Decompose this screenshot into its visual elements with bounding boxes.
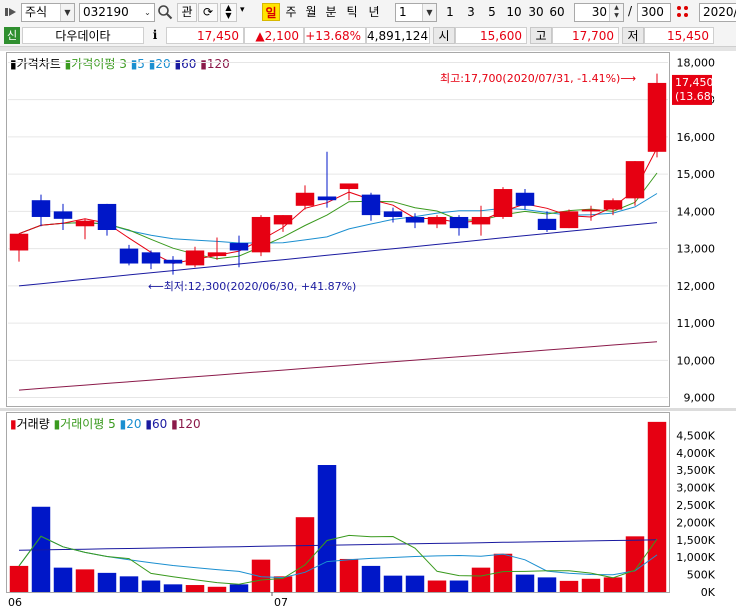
new-badge: 신 (4, 27, 20, 44)
volume-tick-label: 1,000K (676, 551, 715, 564)
volume-tick-label: 0K (701, 586, 716, 599)
interval-3-button[interactable]: 3 (462, 3, 480, 21)
price-tick-label: 14,000 (677, 205, 716, 218)
legend-ma120[interactable]: 120 (207, 57, 230, 71)
price-tick-label: 15,000 (677, 168, 716, 181)
legend-vma5[interactable]: 5 (108, 417, 116, 431)
price-tick-label: 13,000 (677, 243, 716, 256)
current-price: 17,450 (166, 27, 244, 44)
last-price-pct: (13.68%) (675, 90, 726, 103)
price-tick-label: 16,000 (677, 131, 716, 144)
low-price: 15,450 (644, 27, 714, 44)
high-label: 고 (530, 27, 552, 44)
legend-ma5[interactable]: 5 (137, 57, 145, 71)
price-tick-label: 11,000 (677, 317, 716, 330)
count-input[interactable]: 30 ▲ ▼ (574, 3, 624, 22)
legend-ma20[interactable]: 20 (155, 57, 170, 71)
price-tick-label: 10,000 (677, 354, 716, 367)
tab-minute[interactable]: 분 (322, 3, 340, 21)
tab-month[interactable]: 월 (302, 3, 320, 21)
info-button[interactable]: i (148, 27, 162, 44)
legend-vma20[interactable]: 20 (126, 417, 141, 431)
volume-tick-label: 1,500K (676, 534, 715, 547)
trading-volume: 4,891,124 (366, 27, 430, 44)
price-change-pct: +13.68% (304, 27, 366, 44)
volume-tick-label: 4,500K (676, 429, 715, 442)
count-separator: / (628, 4, 633, 18)
price-tick-label: 18,000 (677, 56, 716, 69)
legend-ma3[interactable]: 3 (119, 57, 127, 71)
divider (0, 408, 736, 411)
x-tick-label: 07 (274, 596, 288, 609)
count-stepper[interactable]: ▲ ▼ (609, 4, 623, 21)
low-label: 저 (622, 27, 644, 44)
interval-1-button[interactable]: 1 (441, 3, 459, 21)
legend-ma60[interactable]: 60 (181, 57, 196, 71)
price-legend: ▮가격차트 ▮가격이평 3 ▮5 ▮20 ▮60 ▮120 (10, 57, 230, 71)
volume-tick-label: 2,500K (676, 499, 715, 512)
last-price-marker (672, 74, 712, 105)
open-price: 15,600 (455, 27, 527, 44)
x-tick-label: 06 (8, 596, 22, 609)
updown-stepper[interactable]: ▲ ▼ (220, 3, 237, 22)
divider (0, 47, 736, 51)
chevron-down-icon: ▼ (60, 4, 74, 21)
stock-name: 다우데이타 (22, 27, 144, 44)
volume-tick-label: 3,000K (676, 482, 715, 495)
price-tick-label: 17,000 (677, 94, 716, 107)
legend-volume-ma[interactable]: 거래이평 (60, 417, 104, 431)
volume-legend: ▮거래량 ▮거래이평 5 ▮20 ▮60 ▮120 (10, 417, 201, 431)
chevron-down-icon: ⌄ (141, 4, 154, 21)
tab-day[interactable]: 일 (262, 3, 280, 21)
interval-10-button[interactable]: 10 (504, 3, 524, 21)
legend-volume[interactable]: 거래량 (17, 417, 50, 431)
market-select[interactable]: 주식 ▼ (21, 3, 75, 22)
search-icon[interactable] (157, 4, 173, 20)
link-icon[interactable] (4, 5, 18, 19)
date-input[interactable]: 2020/ (699, 3, 736, 22)
count-total-input[interactable]: 300 (637, 3, 671, 22)
dropdown-arrow-icon[interactable]: ▾ (240, 5, 245, 15)
volume-tick-label: 2,000K (676, 516, 715, 529)
volume-tick-label: 500K (687, 569, 716, 582)
legend-vma60[interactable]: 60 (152, 417, 167, 431)
volume-tick-label: 4,000K (676, 447, 715, 460)
stock-code-input[interactable]: 032190 ⌄ (79, 3, 155, 22)
interval-select[interactable]: 1 ▼ (395, 3, 437, 22)
tab-tick[interactable]: 틱 (343, 3, 361, 21)
refresh-icon[interactable]: ⟳ (198, 3, 218, 22)
grid-settings-icon[interactable] (675, 4, 691, 20)
price-change: ▲2,100 (244, 27, 304, 44)
tab-week[interactable]: 주 (282, 3, 300, 21)
tab-year[interactable]: 년 (365, 3, 383, 21)
last-price-label: 17,450 (675, 76, 714, 89)
interval-60-button[interactable]: 60 (547, 3, 567, 21)
volume-chart-panel[interactable] (6, 412, 670, 593)
interval-30-button[interactable]: 30 (526, 3, 546, 21)
legend-price-ma[interactable]: 가격이평 (71, 57, 115, 71)
chevron-down-icon: ▼ (422, 4, 436, 21)
price-chart-panel[interactable] (6, 52, 670, 407)
legend-price[interactable]: 가격차트 (17, 57, 61, 71)
high-price: 17,700 (552, 27, 619, 44)
legend-vma120[interactable]: 120 (178, 417, 201, 431)
price-tick-label: 9,000 (684, 392, 716, 405)
volume-tick-label: 3,500K (676, 464, 715, 477)
toolbar: 주식 ▼ 032190 ⌄ 관 ⟳ ▲ ▼ ▾ 일 주 월 분 틱 년 1 ▼ 1… (0, 0, 736, 25)
open-label: 시 (433, 27, 455, 44)
interval-5-button[interactable]: 5 (483, 3, 501, 21)
price-tick-label: 12,000 (677, 280, 716, 293)
favorites-button[interactable]: 관 (177, 3, 197, 22)
